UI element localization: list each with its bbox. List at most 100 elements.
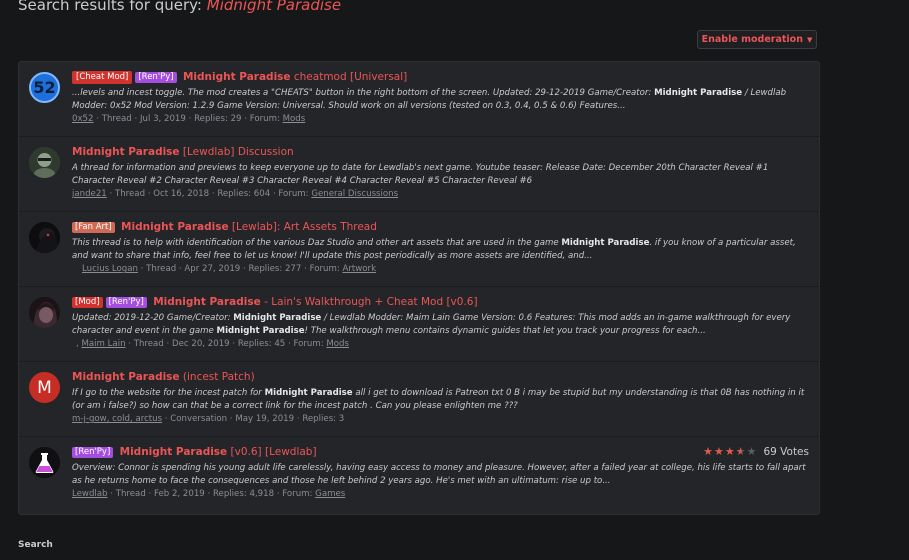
snippet-text: Overview: Connor is spending his young a…	[72, 463, 806, 486]
post-date: Jul 3, 2019	[139, 114, 186, 125]
prefix-tag[interactable]: [Ren'Py]	[135, 72, 177, 83]
avatar[interactable]	[29, 297, 60, 328]
author-link[interactable]: 0x52	[72, 114, 94, 124]
forum-link[interactable]: Games	[315, 489, 345, 499]
content-type: Conversation	[170, 414, 228, 425]
snippet-text: This thread is to help with identificati…	[72, 238, 562, 248]
forum-label: Forum:	[249, 114, 280, 125]
avatar-image	[29, 297, 60, 328]
prefix-tag[interactable]: [Ren'Py]	[72, 447, 114, 458]
forum-link[interactable]: Artwork	[342, 264, 376, 274]
result-snippet: A thread for information and previews to…	[72, 162, 812, 187]
content-type: Thread	[133, 339, 164, 350]
snippet-highlight: Midnight Paradise	[216, 325, 305, 336]
star-full-icon: ★	[703, 445, 714, 458]
snippet-text: ! The walkthrough menu contains dynamic …	[304, 325, 706, 336]
avatar-image	[29, 147, 60, 178]
title-rest[interactable]: cheatmod [Universal]	[291, 71, 407, 83]
enable-moderation-button[interactable]: Enable moderation ▼	[697, 30, 817, 49]
footer-search-link[interactable]: Search	[18, 540, 53, 550]
snippet-text: A thread for information and previews to…	[72, 163, 769, 186]
result-snippet: ...levels and incest toggle. The mod cre…	[72, 87, 812, 112]
search-result: Midnight Paradise [Lewdlab] Discussion A…	[19, 137, 819, 212]
prefix-tag[interactable]: [Cheat Mod]	[72, 71, 133, 84]
avatar[interactable]	[29, 147, 60, 178]
title-highlight[interactable]: Midnight Paradise	[183, 71, 291, 83]
prefix-tag[interactable]: [Fan Art]	[72, 222, 115, 233]
avatar-text: 52	[33, 78, 56, 97]
post-date: Apr 27, 2019	[184, 264, 241, 275]
forum-label: Forum:	[309, 264, 340, 275]
author-link[interactable]: Lewdlab	[72, 489, 108, 499]
forum-label: Forum:	[282, 489, 313, 500]
snippet-highlight: Midnight Paradise	[233, 313, 322, 323]
forum-link[interactable]: Mods	[283, 114, 306, 124]
flask-icon	[29, 447, 60, 478]
avatar-image	[29, 222, 60, 253]
rating: ★★★★★ 69 Votes	[703, 445, 809, 458]
content-type: Thread	[114, 189, 146, 200]
result-title[interactable]: [Mod] [Ren'Py] Midnight Paradise - Lain's…	[72, 295, 809, 309]
snippet-text: ...levels and incest toggle. The mod cre…	[72, 88, 655, 98]
reply-count: Replies: 277	[248, 264, 302, 275]
author-link[interactable]: Lucius Logan	[82, 264, 138, 274]
title-rest[interactable]: (incest Patch)	[180, 371, 255, 383]
title-highlight[interactable]: Midnight Paradise	[120, 446, 228, 458]
snippet-text: Updated: 2019-12-20 Game/Creator:	[72, 313, 234, 323]
page-title-prefix: Search results for query:	[18, 0, 207, 14]
reply-count: Replies: 3	[302, 414, 345, 425]
result-title[interactable]: [Fan Art] Midnight Paradise [Lewlab]: Ar…	[72, 220, 809, 234]
title-rest[interactable]: - Lain's Walkthrough + Cheat Mod [v0.6]	[261, 296, 478, 308]
author-separator: ,	[76, 339, 79, 350]
avatar[interactable]	[29, 447, 60, 478]
snippet-text: If I go to the website for the incest pa…	[72, 388, 265, 398]
forum-link[interactable]: Mods	[326, 339, 349, 349]
title-highlight[interactable]: Midnight Paradise	[121, 221, 229, 233]
title-highlight[interactable]: Midnight Paradise	[72, 146, 180, 158]
result-snippet: This thread is to help with identificati…	[72, 237, 812, 262]
star-empty-icon: ★	[746, 445, 758, 458]
search-result: [Mod] [Ren'Py] Midnight Paradise - Lain's…	[19, 287, 819, 362]
snippet-highlight: Midnight Paradise	[561, 238, 650, 248]
search-query: Midnight Paradise	[206, 0, 342, 14]
result-meta: 0x52 · Thread · Jul 3, 2019 · Replies: 2…	[72, 114, 306, 125]
vote-count: 69 Votes	[763, 445, 809, 458]
forum-label: Forum:	[278, 189, 309, 200]
avatar[interactable]: M	[29, 372, 60, 403]
star-full-icon: ★	[724, 445, 736, 458]
title-rest[interactable]: [v0.6] [Lewdlab]	[227, 446, 317, 458]
result-meta: jande21 · Thread · Oct 16, 2018 · Replie…	[72, 189, 399, 200]
result-title[interactable]: [Cheat Mod] [Ren'Py] Midnight Paradise ch…	[72, 70, 809, 84]
avatar[interactable]	[29, 222, 60, 253]
reply-count: Replies: 604	[217, 189, 271, 200]
post-date: Oct 16, 2018	[153, 189, 210, 200]
prefix-tag[interactable]: [Ren'Py]	[105, 297, 147, 308]
result-title[interactable]: Midnight Paradise (incest Patch)	[72, 370, 809, 384]
result-title[interactable]: [Ren'Py] Midnight Paradise [v0.6] [Lewdl…	[72, 445, 809, 459]
title-rest[interactable]: [Lewdlab] Discussion	[180, 146, 294, 158]
title-rest[interactable]: [Lewlab]: Art Assets Thread	[229, 221, 377, 233]
snippet-highlight: Midnight Paradise	[654, 88, 743, 98]
chevron-down-icon: ▼	[806, 35, 813, 44]
title-highlight[interactable]: Midnight Paradise	[72, 371, 180, 383]
search-results-list: 52 [Cheat Mod] [Ren'Py] Midnight Paradise…	[18, 61, 820, 515]
rating-stars: ★★★★★	[703, 445, 757, 458]
author-link[interactable]: jande21	[72, 189, 107, 199]
reply-count: Replies: 45	[237, 339, 286, 350]
search-result: 52 [Cheat Mod] [Ren'Py] Midnight Paradise…	[19, 62, 819, 137]
content-type: Thread	[146, 264, 177, 275]
result-meta: Lucius Logan · Thread · Apr 27, 2019 · R…	[82, 264, 377, 275]
reply-count: Replies: 29	[194, 114, 242, 125]
title-highlight[interactable]: Midnight Paradise	[153, 296, 261, 308]
author-link[interactable]: Maim Lain	[81, 339, 125, 349]
star-full-icon: ★	[713, 445, 725, 458]
result-snippet: Overview: Connor is spending his young a…	[72, 462, 812, 487]
forum-link[interactable]: General Discussions	[311, 189, 398, 199]
result-title[interactable]: Midnight Paradise [Lewdlab] Discussion	[72, 145, 809, 159]
participants-link[interactable]: m-j-gow, cold, arctus	[72, 414, 162, 424]
avatar[interactable]: 52	[29, 72, 60, 103]
prefix-tag[interactable]: [Mod]	[72, 297, 103, 308]
result-snippet: If I go to the website for the incest pa…	[72, 387, 812, 412]
result-meta: , Maim Lain · Thread · Dec 20, 2019 · Re…	[76, 339, 349, 350]
avatar-letter: M	[37, 377, 52, 398]
